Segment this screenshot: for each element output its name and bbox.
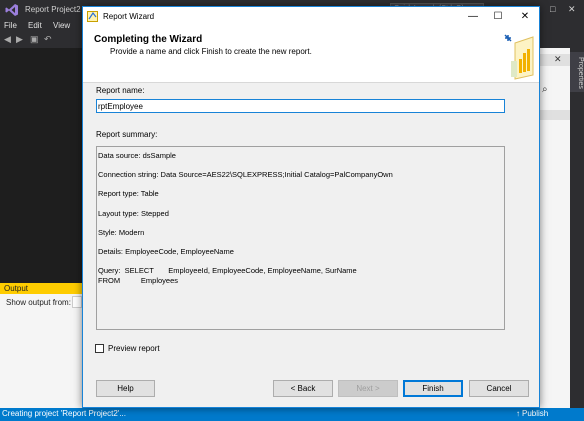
menu-file[interactable]: File xyxy=(4,21,17,30)
dialog-footer: Help < Back Next > Finish Cancel xyxy=(83,372,539,407)
output-panel: Output Show output from: xyxy=(0,283,82,408)
menu-edit[interactable]: Edit xyxy=(28,21,42,30)
next-button[interactable]: Next > xyxy=(338,380,398,397)
status-bar: Creating project 'Report Project2'... ↑ P… xyxy=(0,408,584,421)
finish-button[interactable]: Finish xyxy=(403,380,463,397)
wizard-chart-graphic-icon xyxy=(504,34,534,80)
show-output-from-label: Show output from: xyxy=(6,298,71,307)
forward-nav-icon[interactable]: ▶ xyxy=(16,34,23,45)
publish-button[interactable]: ↑ Publish xyxy=(516,409,548,418)
new-item-icon[interactable]: ▣ xyxy=(30,34,39,45)
undo-icon[interactable]: ↶ xyxy=(44,34,52,45)
page-title: Completing the Wizard xyxy=(94,34,203,45)
preview-report-label: Preview report xyxy=(108,344,160,353)
summary-style: Style: Modern xyxy=(98,227,145,237)
arrow-up-icon: ↑ xyxy=(516,409,520,418)
report-wizard-dialog: Report Wizard — ☐ ✕ Completing the Wizar… xyxy=(82,6,540,408)
summary-query-from: FROM Employees xyxy=(98,275,179,285)
page-subtitle: Provide a name and click Finish to creat… xyxy=(110,47,312,56)
maximize-icon[interactable]: ☐ xyxy=(488,9,508,25)
ide-close-icon[interactable]: ✕ xyxy=(568,4,576,15)
back-button[interactable]: < Back xyxy=(273,380,333,397)
publish-label: Publish xyxy=(522,409,549,418)
summary-details: Details: EmployeeCode, EmployeeName xyxy=(98,246,234,256)
dialog-title: Report Wizard xyxy=(103,12,155,21)
preview-report-checkbox[interactable] xyxy=(95,344,104,353)
report-summary-box[interactable]: Data source: dsSample Connection string:… xyxy=(96,146,505,330)
visual-studio-logo-icon xyxy=(5,4,18,16)
summary-connection-string: Connection string: Data Source=AES22\SQL… xyxy=(98,170,393,180)
cancel-button[interactable]: Cancel xyxy=(469,380,529,397)
output-panel-title: Output xyxy=(0,283,82,294)
minimize-icon[interactable]: — xyxy=(463,9,483,25)
side-tab-strip xyxy=(570,48,584,408)
help-button[interactable]: Help xyxy=(96,380,155,397)
properties-tab[interactable]: Properties xyxy=(570,52,584,92)
back-nav-icon[interactable]: ◀ xyxy=(4,34,11,45)
ide-maximize-icon[interactable]: □ xyxy=(550,4,555,14)
dialog-titlebar: Report Wizard — ☐ ✕ xyxy=(83,7,539,27)
pane-close-icon[interactable]: ✕ xyxy=(554,54,562,65)
summary-report-type: Report type: Table xyxy=(98,189,159,199)
summary-data-source: Data source: dsSample xyxy=(98,151,176,160)
pane-search-icon[interactable]: ⌕ xyxy=(542,84,548,95)
status-text: Creating project 'Report Project2'... xyxy=(2,409,126,418)
summary-layout-type: Layout type: Stepped xyxy=(98,208,169,218)
close-icon[interactable]: ✕ xyxy=(515,9,535,25)
output-source-select[interactable] xyxy=(72,296,82,308)
report-name-input[interactable] xyxy=(96,99,505,113)
report-summary-label: Report summary: xyxy=(96,130,158,139)
menu-view[interactable]: View xyxy=(53,21,70,30)
report-wizard-icon xyxy=(87,11,98,22)
summary-query-select: Query: SELECT EmployeeId, EmployeeCode, … xyxy=(98,266,357,276)
report-name-label: Report name: xyxy=(96,86,145,95)
dialog-header-banner: Completing the Wizard Provide a name and… xyxy=(83,27,539,83)
